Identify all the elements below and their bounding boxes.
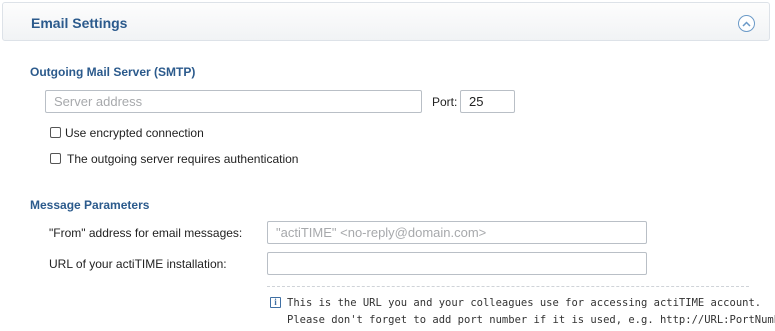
from-address-input[interactable]: [267, 221, 647, 244]
panel-title: Email Settings: [31, 15, 128, 31]
smtp-section-title: Outgoing Mail Server (SMTP): [30, 65, 196, 79]
server-address-input[interactable]: [45, 90, 422, 113]
url-hint-line-1: This is the URL you and your colleagues …: [287, 297, 762, 309]
chevron-up-icon: [742, 20, 751, 27]
encrypted-connection-label: Use encrypted connection: [65, 126, 204, 140]
server-auth-checkbox[interactable]: [50, 153, 61, 164]
url-hint-line-2: Please don't forget to add port number i…: [287, 314, 775, 326]
port-input[interactable]: [460, 90, 515, 113]
email-settings-header: Email Settings: [2, 2, 770, 41]
port-label: Port:: [432, 95, 458, 109]
installation-url-input[interactable]: [267, 252, 647, 275]
server-auth-label: The outgoing server requires authenticat…: [67, 152, 299, 166]
collapse-button[interactable]: [738, 15, 755, 32]
from-address-label: "From" address for email messages:: [49, 226, 243, 240]
installation-url-label: URL of your actiTIME installation:: [49, 257, 227, 271]
encrypted-connection-checkbox[interactable]: [50, 127, 61, 138]
message-parameters-title: Message Parameters: [30, 198, 150, 212]
hint-divider: [267, 286, 749, 287]
info-icon: i: [270, 297, 281, 308]
